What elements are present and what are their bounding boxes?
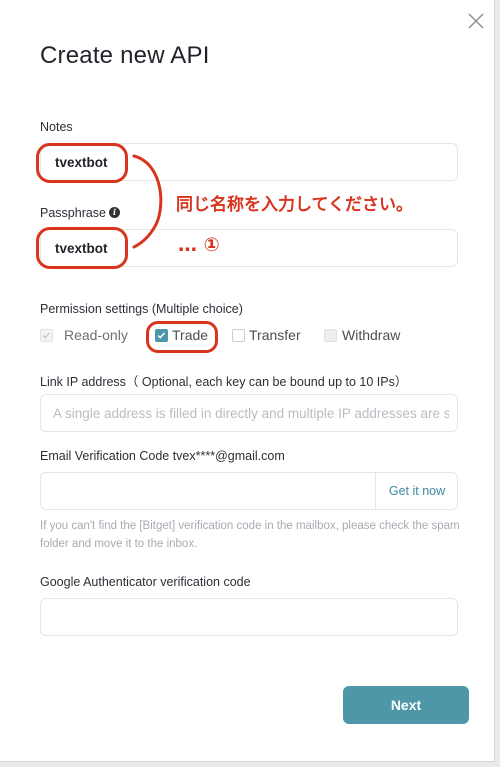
passphrase-label-row: Passphrase i [40, 206, 121, 220]
read-only-checkbox [40, 329, 53, 342]
email-code-hint: If you can't find the [Bitget] verificat… [40, 520, 460, 550]
email-code-label: Email Verification Code tvex****@gmail.c… [40, 449, 285, 463]
close-icon[interactable] [467, 12, 485, 30]
google-auth-input[interactable] [40, 598, 458, 636]
withdraw-checkbox [324, 329, 337, 342]
next-button[interactable]: Next [343, 686, 469, 724]
passphrase-label: Passphrase [40, 206, 107, 220]
annotation-step-marker: … ① [178, 234, 220, 256]
passphrase-highlight-circle [36, 227, 128, 269]
trade-highlight-circle [146, 321, 218, 353]
read-only-label: Read-only [64, 327, 128, 343]
link-ip-input[interactable]: A single address is filled in directly a… [40, 394, 458, 432]
link-ip-placeholder: A single address is filled in directly a… [53, 406, 449, 421]
annotation-bracket [132, 154, 163, 249]
permission-settings-label: Permission settings (Multiple choice) [40, 302, 243, 316]
create-api-dialog: Create new API Notes tvextbot Passphrase… [0, 0, 495, 762]
google-auth-label: Google Authenticator verification code [40, 575, 251, 589]
notes-highlight-circle [36, 143, 128, 183]
dialog-title: Create new API [40, 42, 210, 69]
notes-label: Notes [40, 120, 73, 134]
get-code-button[interactable]: Get it now [375, 472, 458, 510]
transfer-checkbox[interactable] [232, 329, 245, 342]
annotation-instruction: 同じ名称を入力してください。 [176, 195, 413, 215]
transfer-label[interactable]: Transfer [249, 327, 301, 343]
info-icon[interactable]: i [109, 207, 121, 219]
withdraw-label: Withdraw [342, 327, 401, 343]
link-ip-label: Link IP address（ Optional, each key can … [40, 375, 408, 389]
